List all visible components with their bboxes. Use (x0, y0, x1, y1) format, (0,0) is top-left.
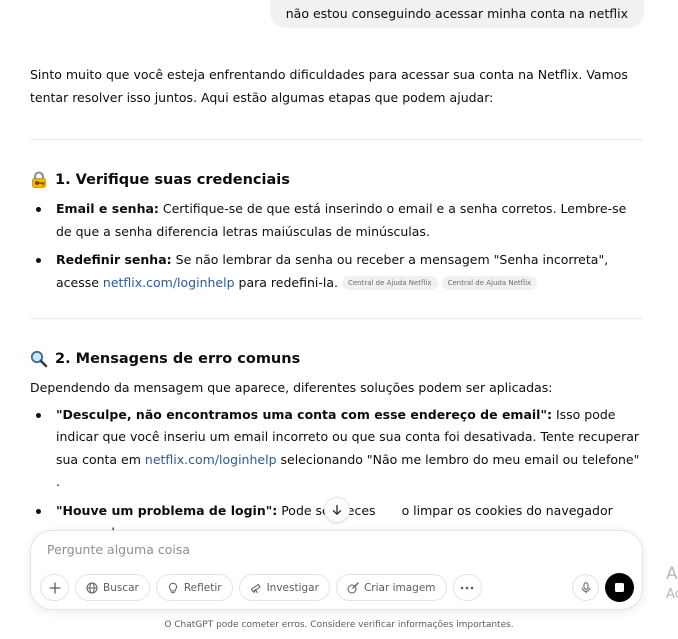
section-divider (30, 318, 643, 319)
scroll-down-button[interactable] (324, 497, 350, 523)
list-item-label: "Desculpe, não encontramos uma conta com… (56, 406, 552, 422)
paintbrush-icon (347, 581, 359, 593)
list-item-label: Email e senha: (56, 201, 159, 216)
lightbulb-icon (168, 582, 177, 593)
more-tools-button[interactable] (452, 574, 482, 601)
prompt-input[interactable] (47, 542, 607, 557)
deep-research-button-label: Investigar (266, 581, 319, 594)
netflix-loginhelp-link[interactable]: netflix.com/loginhelp (145, 452, 277, 467)
chat-page: não estou conseguindo acessar minha cont… (0, 0, 678, 639)
create-image-button-label: Criar imagem (363, 581, 436, 594)
assistant-response: Sinto muito que você esteja enfrentando … (30, 64, 643, 551)
list-item: "Desculpe, não encontramos uma conta com… (30, 404, 643, 494)
list-item-label: "Houve um problema de login": (56, 502, 278, 518)
search-button[interactable]: Buscar (75, 574, 150, 601)
magnifying-glass-icon (30, 350, 48, 368)
section-1-title: 1. Verifique suas credenciais (55, 172, 290, 188)
user-message-bubble: não estou conseguindo acessar minha cont… (269, 0, 644, 28)
section-2-intro: Dependendo da mensagem que aparece, dife… (30, 380, 553, 395)
globe-icon (86, 582, 98, 593)
section-2-list: "Desculpe, não encontramos uma conta com… (30, 404, 643, 545)
stop-icon (615, 583, 624, 592)
list-item: Email e senha: Certifique-se de que está… (30, 198, 643, 243)
arrow-down-icon (332, 504, 342, 516)
partial-side-text: A Ac (666, 562, 678, 604)
search-button-label: Buscar (103, 581, 139, 594)
source-chip[interactable]: Central de Ajuda Netflix (341, 276, 438, 290)
reason-button-label: Refletir (183, 581, 222, 594)
telescope-icon (250, 583, 261, 593)
list-item-text-after: para redefini-la. (234, 274, 338, 290)
partial-side-line-2: Ac (666, 587, 678, 602)
section-2-title: 2. Mensagens de erro comuns (55, 351, 301, 367)
more-dots-icon (460, 586, 474, 589)
lock-with-key-icon (30, 171, 48, 189)
section-1-list: Email e senha: Certifique-se de que está… (30, 198, 643, 294)
section-1-heading: 1. Verifique suas credenciais (30, 168, 643, 192)
dictate-button[interactable] (572, 574, 599, 601)
plus-icon (48, 581, 61, 594)
section-2-heading: 2. Mensagens de erro comuns (30, 347, 643, 371)
composer-toolbar: Buscar Refletir Investigar Criar imagem (40, 574, 482, 601)
create-image-button[interactable]: Criar imagem (335, 574, 447, 601)
add-attachment-button[interactable] (40, 574, 69, 601)
reason-button[interactable]: Refletir (155, 574, 233, 601)
disclaimer-footer: O ChatGPT pode cometer erros. Considere … (164, 620, 514, 630)
list-item: Redefinir senha: Se não lembrar da senha… (30, 249, 643, 294)
partial-side-line-1: A (666, 564, 678, 584)
list-item-label: Redefinir senha: (56, 252, 172, 267)
netflix-loginhelp-link[interactable]: netflix.com/loginhelp (103, 275, 235, 290)
microphone-icon (581, 581, 590, 593)
stop-generating-button[interactable] (605, 573, 634, 602)
deep-research-button[interactable]: Investigar (238, 574, 330, 601)
section-divider (30, 139, 643, 140)
message-composer: Buscar Refletir Investigar (30, 530, 643, 610)
user-message-text: não estou conseguindo acessar minha cont… (285, 6, 628, 21)
response-intro: Sinto muito que você esteja enfrentando … (30, 67, 628, 105)
source-chip[interactable]: Central de Ajuda Netflix (441, 276, 538, 290)
